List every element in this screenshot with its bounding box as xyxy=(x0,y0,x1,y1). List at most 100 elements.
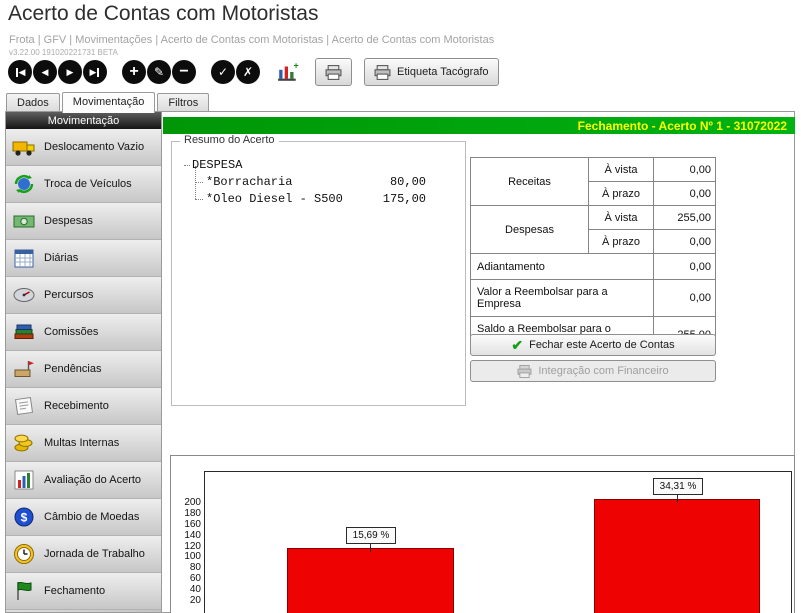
printer-icon xyxy=(374,65,391,80)
avista-label: À vista xyxy=(589,158,654,182)
calendar-icon xyxy=(11,245,37,271)
fechar-acerto-label: Fechar este Acerto de Contas xyxy=(529,339,675,351)
last-record-button[interactable]: ▶ xyxy=(83,60,107,84)
first-record-button[interactable]: ◀ xyxy=(8,60,32,84)
print-button[interactable] xyxy=(315,58,352,86)
books-icon xyxy=(11,319,37,345)
adiantamento-value: 0,00 xyxy=(654,254,716,280)
sidebar-item-comissoes[interactable]: Comissões xyxy=(6,314,161,351)
etiqueta-tacografo-button[interactable]: Etiqueta Tacógrafo xyxy=(364,58,499,86)
sidebar-item-label: Recebimento xyxy=(44,400,109,412)
sidebar-item-label: Fechamento xyxy=(44,585,105,597)
check-icon: ✔ xyxy=(511,338,523,352)
delete-button[interactable]: − xyxy=(172,60,196,84)
sidebar-item-despesas[interactable]: Despesas xyxy=(6,203,161,240)
previous-record-icon: ◀ xyxy=(42,68,49,77)
y-tick: 20 xyxy=(173,595,201,606)
flag-icon xyxy=(11,578,37,604)
despesas-avista-value: 255,00 xyxy=(654,206,716,230)
receitas-label: Receitas xyxy=(471,158,589,206)
edit-button[interactable]: ✎ xyxy=(147,60,171,84)
sidebar-item-pendencias[interactable]: Pendências xyxy=(6,351,161,388)
chart-bar xyxy=(594,499,760,613)
sidebar-item-label: Jornada de Trabalho xyxy=(44,548,145,560)
tree-node-despesa[interactable]: DESPESA xyxy=(192,158,242,172)
sidebar-item-troca-de-veiculos[interactable]: Troca de Veículos xyxy=(6,166,161,203)
add-button[interactable]: + xyxy=(122,60,146,84)
sidebar-item-deslocamento-vazio[interactable]: Deslocamento Vazio xyxy=(6,129,161,166)
bar-chart-icon: + xyxy=(277,61,299,83)
next-record-icon: ▶ xyxy=(67,68,74,77)
y-tick: 180 xyxy=(173,508,201,519)
coins-icon xyxy=(11,430,37,456)
cancel-button[interactable]: ✗ xyxy=(236,60,260,84)
sidebar-item-recebimento[interactable]: Recebimento xyxy=(6,388,161,425)
chart-bar xyxy=(287,548,454,613)
sidebar-item-label: Despesas xyxy=(44,215,93,227)
y-tick: 140 xyxy=(173,530,201,541)
despesas-aprazo-value: 0,00 xyxy=(654,230,716,254)
y-tick: 60 xyxy=(173,573,201,584)
sidebar-item-avaliacao-do-acerto[interactable]: Avaliação do Acerto xyxy=(6,462,161,499)
valor-reembolsar-empresa-label: Valor a Reembolsar para a Empresa xyxy=(471,280,654,317)
receitas-avista-value: 0,00 xyxy=(654,158,716,182)
vehicle-swap-icon xyxy=(11,171,37,197)
sidebar-header: Movimentação xyxy=(6,112,161,129)
y-tick: 80 xyxy=(173,562,201,573)
receipt-icon xyxy=(11,393,37,419)
breadcrumb[interactable]: Frota | GFV | Movimentações | Acerto de … xyxy=(9,34,494,46)
y-tick: 40 xyxy=(173,584,201,595)
resumo-tree: DESPESA *Borracharia 80,00 *Oleo Diesel … xyxy=(172,148,465,405)
sidebar-item-multas-internas[interactable]: Multas Internas xyxy=(6,425,161,462)
tree-node-item[interactable]: *Borracharia 80,00 xyxy=(172,175,465,189)
sidebar-item-fechamento[interactable]: Fechamento xyxy=(6,573,161,610)
integration-icon xyxy=(517,365,532,378)
chart-panel: 200 180 160 140 120 100 80 60 40 20 15,6… xyxy=(170,455,795,613)
tab-dados[interactable]: Dados xyxy=(6,93,60,112)
summary-table: Receitas À vista 0,00 À prazo 0,00 Despe… xyxy=(470,157,716,354)
resumo-title: Resumo do Acerto xyxy=(180,134,279,146)
integracao-financeiro-button[interactable]: Integração com Financeiro xyxy=(470,360,716,382)
page-title: Acerto de Contas com Motoristas xyxy=(8,2,318,26)
plus-icon: + xyxy=(129,64,138,80)
tree-node-value: 175,00 xyxy=(362,192,426,206)
sidebar-item-label: Comissões xyxy=(44,326,98,338)
despesas-label: Despesas xyxy=(471,206,589,254)
banner-text: Fechamento - Acerto Nº 1 - 31072022 xyxy=(578,119,787,133)
sidebar-item-jornada-de-trabalho[interactable]: Jornada de Trabalho xyxy=(6,536,161,573)
sidebar-item-label: Troca de Veículos xyxy=(44,178,132,190)
clock-icon xyxy=(11,541,37,567)
bar-value-label: 15,69 % xyxy=(346,527,396,544)
sidebar-item-label: Câmbio de Moedas xyxy=(44,511,139,523)
version-label: v3.22.00 191020221731 BETA xyxy=(9,48,118,57)
valor-reembolsar-empresa-value: 0,00 xyxy=(654,280,716,317)
svg-text:+: + xyxy=(294,61,299,71)
sidebar-item-label: Deslocamento Vazio xyxy=(44,141,144,153)
confirm-button[interactable]: ✓ xyxy=(211,60,235,84)
banner: Fechamento - Acerto Nº 1 - 31072022 xyxy=(163,117,795,134)
gauge-icon xyxy=(11,282,37,308)
sidebar-item-cambio-de-moedas[interactable]: $ Câmbio de Moedas xyxy=(6,499,161,536)
bar-value-label: 34,31 % xyxy=(653,478,703,495)
previous-record-button[interactable]: ◀ xyxy=(33,60,57,84)
y-tick: 200 xyxy=(173,497,201,508)
sidebar-item-percursos[interactable]: Percursos xyxy=(6,277,161,314)
tree-node-item[interactable]: *Oleo Diesel - S500 175,00 xyxy=(172,192,465,206)
fechar-acerto-button[interactable]: ✔ Fechar este Acerto de Contas xyxy=(470,334,716,356)
tab-movimentacao[interactable]: Movimentação xyxy=(62,92,156,113)
pencil-icon: ✎ xyxy=(154,66,164,78)
adiantamento-label: Adiantamento xyxy=(471,254,654,280)
tree-node-value: 80,00 xyxy=(362,175,426,189)
aprazo-label: À prazo xyxy=(589,230,654,254)
sidebar-item-diarias[interactable]: Diárias xyxy=(6,240,161,277)
svg-text:$: $ xyxy=(21,511,28,525)
integracao-financeiro-label: Integração com Financeiro xyxy=(538,365,668,377)
next-record-button[interactable]: ▶ xyxy=(58,60,82,84)
chart-eval-icon xyxy=(11,467,37,493)
chart-button[interactable]: + xyxy=(275,60,301,84)
last-record-icon: ▶ xyxy=(90,68,97,77)
tab-bar: Dados Movimentação Filtros xyxy=(6,92,211,112)
money-icon xyxy=(11,208,37,234)
app-window: Acerto de Contas com Motoristas Frota | … xyxy=(0,0,801,613)
tab-filtros[interactable]: Filtros xyxy=(157,93,209,112)
